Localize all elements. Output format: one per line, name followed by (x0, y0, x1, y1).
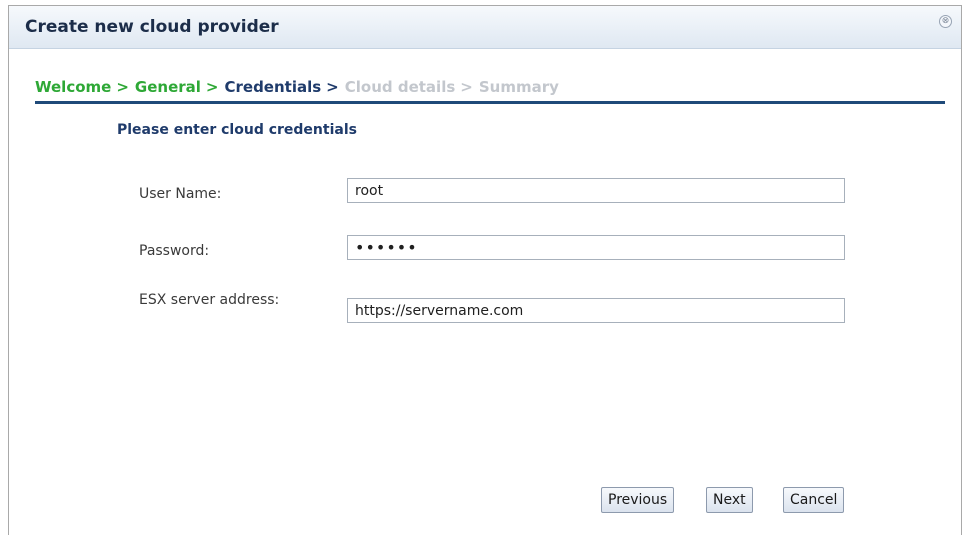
close-icon[interactable]: ⊗ (939, 15, 952, 28)
dialog-title: Create new cloud provider (25, 17, 279, 37)
username-label: User Name: (139, 186, 222, 202)
breadcrumb-separator: > (326, 78, 339, 96)
password-input[interactable] (347, 235, 845, 260)
password-label: Password: (139, 243, 210, 259)
server-address-input[interactable] (347, 298, 845, 323)
previous-button[interactable]: Previous (601, 487, 675, 513)
create-cloud-provider-dialog: Create new cloud provider ⊗ Welcome > Gene… (8, 5, 962, 535)
breadcrumb-separator: > (116, 78, 129, 96)
username-input[interactable] (347, 178, 845, 203)
breadcrumb-step-cloud-details: Cloud details (344, 78, 456, 96)
breadcrumb-divider (35, 101, 945, 104)
breadcrumb-step-general[interactable]: General (135, 78, 201, 96)
breadcrumb-step-welcome[interactable]: Welcome (35, 78, 111, 96)
next-button[interactable]: Next (706, 487, 753, 513)
breadcrumb: Welcome > General > Credentials > Cloud detail… (35, 78, 559, 96)
breadcrumb-separator: > (205, 78, 219, 96)
cancel-button[interactable]: Cancel (783, 487, 845, 513)
dialog-titlebar: Create new cloud provider ⊗ (9, 6, 961, 49)
breadcrumb-separator: > (460, 78, 473, 96)
section-heading: Please enter cloud credentials (117, 122, 357, 138)
breadcrumb-step-summary: Summary (478, 78, 559, 96)
server-address-label: ESX server address: (139, 292, 280, 308)
breadcrumb-step-credentials: Credentials (224, 78, 322, 96)
